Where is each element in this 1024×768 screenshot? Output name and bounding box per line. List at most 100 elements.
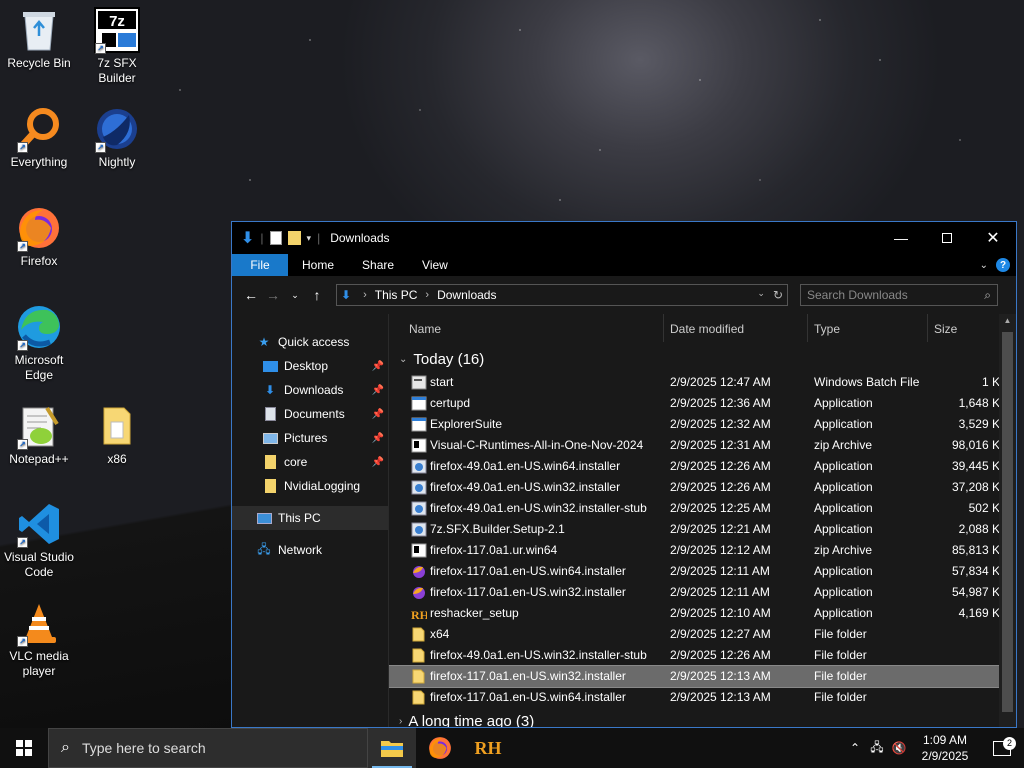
- file-row[interactable]: certupd 2/9/2025 12:36 AM Application 1,…: [389, 393, 1016, 414]
- desktop-icon-7z-sfx-builder[interactable]: 7z ↗ 7z SFX Builder: [78, 6, 156, 86]
- group-header[interactable]: › A long time ago (3): [389, 708, 1016, 728]
- file-row[interactable]: firefox-117.0a1.en-US.win32.installer 2/…: [389, 665, 1016, 688]
- desktop-icon-recycle-bin[interactable]: Recycle Bin: [0, 6, 78, 71]
- scrollbar-thumb[interactable]: [1002, 332, 1013, 712]
- pin-icon[interactable]: 📌: [372, 433, 384, 444]
- nav-item-downloads[interactable]: ⬇ Downloads 📌: [232, 378, 388, 402]
- minimize-button[interactable]: —: [878, 222, 924, 254]
- up-button[interactable]: ↑: [306, 287, 328, 303]
- file-row[interactable]: firefox-117.0a1.en-US.win32.installer 2/…: [389, 582, 1016, 603]
- vertical-scrollbar[interactable]: ▲: [999, 314, 1016, 727]
- scroll-up-icon[interactable]: ▲: [999, 316, 1016, 325]
- nav-item-this-pc[interactable]: This PC: [232, 506, 388, 530]
- tab-share[interactable]: Share: [348, 254, 408, 276]
- close-button[interactable]: ✕: [970, 222, 1016, 254]
- file-row[interactable]: firefox-49.0a1.en-US.win32.installer 2/9…: [389, 477, 1016, 498]
- properties-icon[interactable]: [269, 231, 282, 245]
- nav-item-label: This PC: [278, 511, 321, 525]
- chevron-down-icon: ›: [399, 715, 403, 727]
- help-icon[interactable]: ?: [996, 258, 1010, 272]
- nav-item-pictures[interactable]: Pictures 📌: [232, 426, 388, 450]
- desktop-icon-nightly[interactable]: ↗ Nightly: [78, 105, 156, 170]
- file-date-modified: 2/9/2025 12:26 AM: [670, 459, 771, 473]
- taskbar-file-explorer[interactable]: [368, 728, 416, 768]
- column-headers: Name Date modified Type Size: [389, 314, 1016, 346]
- file-row[interactable]: firefox-117.0a1.ur.win64 2/9/2025 12:12 …: [389, 540, 1016, 561]
- desktop-icon-vscode[interactable]: ↗ Visual Studio Code: [0, 500, 78, 580]
- tab-home[interactable]: Home: [288, 254, 348, 276]
- network-tray-icon[interactable]: 🖧: [866, 738, 888, 759]
- chevron-down-icon[interactable]: ▾: [307, 233, 312, 244]
- nav-item-core[interactable]: core 📌: [232, 450, 388, 474]
- nav-item-network[interactable]: 🖧 Network: [232, 538, 388, 562]
- volume-muted-icon[interactable]: 🔇: [888, 741, 910, 755]
- column-date-modified[interactable]: Date modified: [670, 322, 744, 336]
- new-folder-icon[interactable]: [287, 231, 301, 245]
- file-row[interactable]: firefox-49.0a1.en-US.win32.installer-stu…: [389, 645, 1016, 666]
- tab-view[interactable]: View: [408, 254, 462, 276]
- group-title: Today (16): [413, 350, 485, 368]
- installer-icon: [411, 480, 427, 495]
- address-dropdown-icon[interactable]: ⌄: [757, 288, 765, 302]
- desktop-icon-everything[interactable]: ↗ Everything: [0, 105, 78, 170]
- search-input[interactable]: Search Downloads ⌕: [800, 284, 998, 306]
- file-row[interactable]: RH reshacker_setup 2/9/2025 12:10 AM App…: [389, 603, 1016, 624]
- pin-icon[interactable]: 📌: [372, 457, 384, 468]
- action-center-button[interactable]: 2: [980, 736, 1024, 756]
- file-type: Application: [814, 585, 873, 599]
- group-header[interactable]: ⌄ Today (16): [389, 346, 1016, 372]
- breadcrumb-downloads[interactable]: Downloads: [437, 288, 496, 302]
- column-name[interactable]: Name: [409, 322, 441, 336]
- file-row[interactable]: x64 2/9/2025 12:27 AM File folder: [389, 624, 1016, 645]
- file-row[interactable]: firefox-117.0a1.en-US.win64.installer 2/…: [389, 687, 1016, 708]
- clock[interactable]: 1:09 AM 2/9/2025: [910, 732, 980, 764]
- pin-icon[interactable]: 📌: [372, 385, 384, 396]
- file-list[interactable]: Name Date modified Type Size ⌄ Today (16)…: [389, 314, 1016, 727]
- explorer-window[interactable]: ⬇ | ▾ | Downloads — ✕ File Home Share Vi…: [231, 221, 1017, 728]
- column-size[interactable]: Size: [934, 322, 957, 336]
- start-button[interactable]: [0, 728, 48, 768]
- minimize-icon: —: [894, 230, 908, 246]
- nav-item-documents[interactable]: Documents 📌: [232, 402, 388, 426]
- refresh-icon[interactable]: ↻: [773, 288, 783, 302]
- file-row[interactable]: firefox-49.0a1.en-US.win64.installer 2/9…: [389, 456, 1016, 477]
- file-row[interactable]: firefox-117.0a1.en-US.win64.installer 2/…: [389, 561, 1016, 582]
- desktop-icon-microsoft-edge[interactable]: ↗ Microsoft Edge: [0, 303, 78, 383]
- file-name: certupd: [430, 396, 471, 410]
- reshacker-icon: RH: [411, 606, 430, 622]
- file-row[interactable]: start 2/9/2025 12:47 AM Windows Batch Fi…: [389, 372, 1016, 393]
- tab-file[interactable]: File: [232, 254, 288, 276]
- pin-icon[interactable]: 📌: [372, 409, 384, 420]
- file-type: zip Archive: [814, 438, 873, 452]
- nav-item-desktop[interactable]: Desktop 📌: [232, 354, 388, 378]
- back-button[interactable]: ←: [240, 287, 262, 303]
- expand-ribbon-icon[interactable]: ⌄: [980, 260, 988, 271]
- file-row[interactable]: ExplorerSuite 2/9/2025 12:32 AM Applicat…: [389, 414, 1016, 435]
- desktop-icon-firefox[interactable]: ↗ Firefox: [0, 204, 78, 269]
- address-bar[interactable]: ⬇ › This PC › Downloads ⌄ ↻: [336, 284, 788, 306]
- nav-item-quick-access[interactable]: ★ Quick access: [232, 330, 388, 354]
- desktop-icon-x86[interactable]: x86: [78, 402, 156, 467]
- maximize-button[interactable]: [924, 222, 970, 254]
- file-name: firefox-117.0a1.en-US.win32.installer: [430, 669, 626, 683]
- title-bar[interactable]: ⬇ | ▾ | Downloads — ✕: [232, 222, 1016, 254]
- navigation-bar: ← → ⌄ ↑ ⬇ › This PC › Downloads ⌄ ↻ Sear…: [232, 276, 1016, 314]
- file-row[interactable]: 7z.SFX.Builder.Setup-2.1 2/9/2025 12:21 …: [389, 519, 1016, 540]
- taskbar-resource-hacker[interactable]: RH: [464, 728, 512, 768]
- breadcrumb-this-pc[interactable]: This PC: [375, 288, 418, 302]
- file-row[interactable]: firefox-49.0a1.en-US.win32.installer-stu…: [389, 498, 1016, 519]
- nav-item-nvidialogging[interactable]: NvidiaLogging: [232, 474, 388, 498]
- desktop-icon-vlc[interactable]: ↗ VLC media player: [0, 599, 78, 679]
- taskbar-search-box[interactable]: ⌕ Type here to search: [48, 728, 368, 768]
- show-hidden-icons-button[interactable]: ⌃: [844, 741, 866, 755]
- recent-locations-button[interactable]: ⌄: [284, 290, 306, 301]
- file-row[interactable]: Visual-C-Runtimes-All-in-One-Nov-2024 2/…: [389, 435, 1016, 456]
- desktop-icon-notepad-plus-plus[interactable]: ↗ Notepad++: [0, 402, 78, 467]
- forward-button[interactable]: →: [262, 287, 284, 303]
- file-type: zip Archive: [814, 543, 873, 557]
- pin-icon[interactable]: 📌: [372, 361, 384, 372]
- pictures-icon: [262, 431, 278, 445]
- taskbar-firefox[interactable]: [416, 728, 464, 768]
- folder-icon: [93, 402, 141, 450]
- column-type[interactable]: Type: [814, 322, 840, 336]
